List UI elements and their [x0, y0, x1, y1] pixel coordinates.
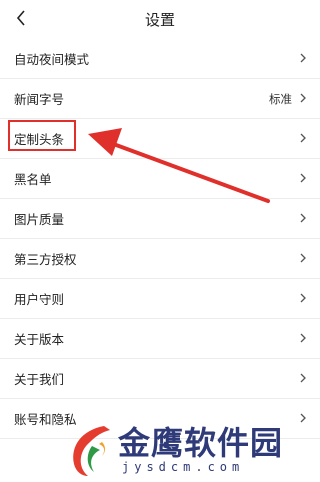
- watermark: 金鹰软件园 jysdcm.com: [66, 418, 320, 482]
- chevron-right-icon: [300, 213, 306, 223]
- setting-about-version[interactable]: 关于版本: [0, 319, 320, 359]
- setting-font-size[interactable]: 新闻字号 标准: [0, 79, 320, 119]
- chevron-left-icon: [16, 10, 25, 26]
- chevron-right-icon: [300, 333, 306, 343]
- setting-label: 关于我们: [14, 372, 65, 387]
- highlight-box: [8, 120, 76, 151]
- setting-label: 关于版本: [14, 332, 65, 347]
- header: 设置: [0, 0, 320, 38]
- watermark-text: 金鹰软件园: [118, 424, 284, 462]
- setting-label: 用户守则: [14, 292, 65, 307]
- setting-label: 图片质量: [14, 212, 65, 227]
- setting-label: 第三方授权: [14, 252, 77, 267]
- chevron-right-icon: [300, 173, 306, 183]
- setting-image-quality[interactable]: 图片质量: [0, 199, 320, 239]
- chevron-right-icon: [300, 93, 306, 103]
- setting-label: 自动夜间模式: [14, 52, 90, 67]
- setting-user-rules[interactable]: 用户守则: [0, 279, 320, 319]
- chevron-right-icon: [300, 133, 306, 143]
- back-button[interactable]: [10, 6, 32, 30]
- chevron-right-icon: [300, 373, 306, 383]
- setting-auto-night-mode[interactable]: 自动夜间模式: [0, 39, 320, 79]
- setting-label: 黑名单: [14, 172, 52, 187]
- setting-blacklist[interactable]: 黑名单: [0, 159, 320, 199]
- setting-label: 新闻字号: [14, 92, 65, 107]
- setting-about-us[interactable]: 关于我们: [0, 359, 320, 399]
- page-title: 设置: [144, 10, 175, 29]
- chevron-right-icon: [300, 293, 306, 303]
- setting-third-party-auth[interactable]: 第三方授权: [0, 239, 320, 279]
- chevron-right-icon: [300, 53, 306, 63]
- chevron-right-icon: [300, 253, 306, 263]
- watermark-url: jysdcm.com: [122, 460, 245, 474]
- swoosh-logo-icon: [73, 426, 110, 476]
- settings-list: 自动夜间模式 新闻字号 标准 定制头条 黑名单 图片质量 第三方授权 用户守则 …: [0, 39, 320, 439]
- setting-value: 标准: [269, 91, 292, 106]
